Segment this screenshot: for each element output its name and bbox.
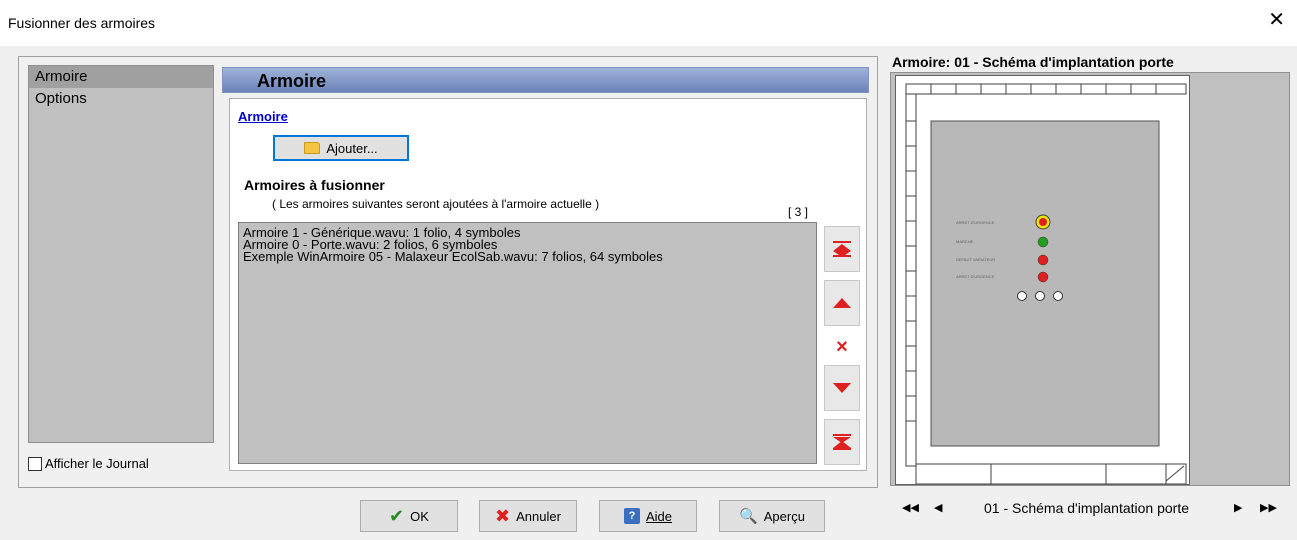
svg-text:MARCHE: MARCHE [956, 239, 974, 244]
nav-panel: Armoire Options [28, 65, 214, 443]
arrow-down-icon [833, 383, 851, 393]
add-button[interactable]: Ajouter... [273, 135, 409, 161]
preview-page-label: 01 - Schéma d'implantation porte [984, 500, 1190, 516]
magnifier-icon: 🔍 [739, 508, 758, 525]
title-bar: Fusionner des armoires ✕ [0, 0, 1297, 46]
first-page-icon[interactable]: ◀◀ [902, 501, 919, 514]
armoire-link[interactable]: Armoire [238, 109, 288, 124]
ok-button-label: OK [410, 508, 429, 524]
delete-icon: × [836, 336, 848, 358]
section-header-title: Armoire [257, 71, 327, 91]
merge-list[interactable]: Armoire 1 - Générique.wavu: 1 folio, 4 s… [238, 222, 817, 464]
journal-option[interactable]: Afficher le Journal [28, 456, 149, 471]
folder-icon [304, 142, 321, 154]
journal-label: Afficher le Journal [45, 456, 149, 471]
move-down-button[interactable] [824, 365, 860, 411]
preview-frame: ARRET D'URGENCE MARCHE DEFAUT VARIATEUR … [890, 72, 1290, 486]
previous-page-icon[interactable]: ◀ [934, 501, 942, 514]
svg-text:ARRET D'URGENCE: ARRET D'URGENCE [956, 274, 995, 279]
cancel-button[interactable]: ✖ Annuler [479, 500, 577, 532]
svg-text:DEFAUT VARIATEUR: DEFAUT VARIATEUR [956, 257, 995, 262]
help-icon: ? [623, 508, 640, 524]
merge-subtitle: ( Les armoires suivantes seront ajoutées… [272, 197, 600, 211]
merge-count: [ 3 ] [788, 205, 809, 219]
svg-text:ARRET D'URGENCE: ARRET D'URGENCE [956, 220, 995, 225]
arrow-up-icon [833, 298, 851, 308]
content-panel: Armoire Ajouter... Armoires à fusionner … [229, 98, 867, 471]
next-page-icon[interactable]: ▶ [1234, 501, 1242, 514]
nav-item-options[interactable]: Options [29, 88, 213, 110]
help-button[interactable]: ? Aide [599, 500, 697, 532]
preview-navigation: ◀◀ ◀ 01 - Schéma d'implantation porte ▶ … [890, 493, 1290, 523]
close-icon[interactable]: ✕ [1268, 10, 1285, 30]
list-item[interactable]: Exemple WinArmoire 05 - Malaxeur EcolSab… [243, 250, 812, 263]
move-up-button[interactable] [824, 280, 860, 326]
move-bottom-icon [833, 434, 851, 450]
journal-checkbox[interactable] [28, 456, 42, 471]
remove-button[interactable]: × [824, 335, 860, 359]
add-button-label: Ajouter... [326, 140, 378, 156]
ok-button[interactable]: ✔ OK [360, 500, 458, 532]
help-button-label: Aide [645, 508, 673, 524]
preview-button[interactable]: 🔍 Aperçu [719, 500, 825, 532]
last-page-icon[interactable]: ▶▶ [1260, 501, 1277, 514]
move-bottom-button[interactable] [824, 419, 860, 465]
window-title: Fusionner des armoires [8, 15, 156, 31]
checkmark-icon: ✔ [389, 505, 405, 526]
cross-icon: ✖ [495, 505, 511, 526]
move-top-icon [833, 241, 851, 257]
move-top-button[interactable] [824, 226, 860, 272]
preview-sheet: ARRET D'URGENCE MARCHE DEFAUT VARIATEUR … [895, 75, 1190, 485]
preview-title: Armoire: 01 - Schéma d'implantation port… [892, 54, 1174, 70]
merge-title: Armoires à fusionner [244, 177, 385, 193]
preview-button-label: Aperçu [763, 508, 805, 524]
nav-item-armoire[interactable]: Armoire [29, 66, 213, 88]
cancel-button-label: Annuler [516, 508, 561, 524]
preview-drawing: ARRET D'URGENCE MARCHE DEFAUT VARIATEUR … [905, 83, 1187, 484]
section-header: Armoire [222, 67, 869, 93]
